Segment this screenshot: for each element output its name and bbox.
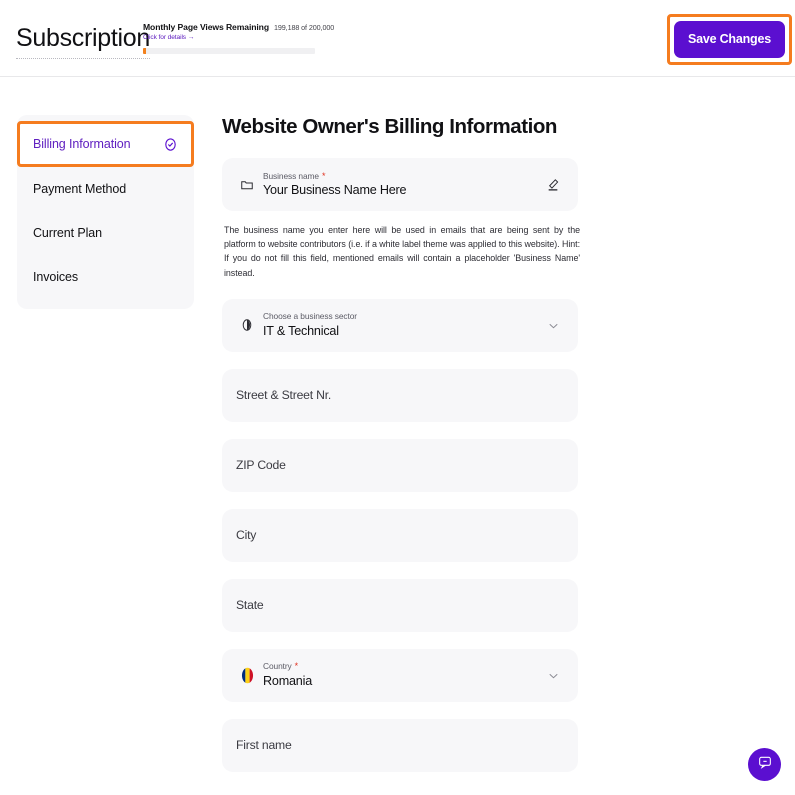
- save-changes-button[interactable]: Save Changes: [673, 21, 785, 58]
- city-field[interactable]: City: [222, 508, 578, 562]
- sidebar-item-billing-information[interactable]: Billing Information: [17, 121, 194, 167]
- contrast-circle-icon: [236, 317, 258, 333]
- circle-check-icon: [163, 137, 178, 152]
- country-label-row: Country *: [263, 662, 542, 671]
- required-marker: *: [321, 170, 326, 181]
- business-sector-value: IT & Technical: [263, 323, 339, 338]
- sidebar-item-current-plan[interactable]: Current Plan: [17, 211, 194, 255]
- quota-label: Monthly Page Views Remaining: [143, 22, 269, 32]
- state-field[interactable]: State: [222, 578, 578, 632]
- sidebar-item-label: Payment Method: [33, 182, 127, 196]
- sidebar-item-payment-method[interactable]: Payment Method: [17, 167, 194, 211]
- page-views-quota: Monthly Page Views Remaining 199,188 of …: [143, 22, 334, 54]
- sidebar-item-label: Invoices: [33, 270, 79, 284]
- quota-details-link[interactable]: Click for details →: [143, 34, 315, 41]
- sidebar-item-invoices[interactable]: Invoices: [17, 255, 194, 299]
- street-field[interactable]: Street & Street Nr.: [222, 368, 578, 422]
- chevron-down-icon[interactable]: [542, 668, 564, 683]
- chat-support-button[interactable]: [748, 748, 781, 781]
- chat-bubble-icon: [757, 754, 773, 775]
- first-name-placeholder: First name: [236, 738, 292, 753]
- city-placeholder: City: [236, 528, 257, 543]
- country-select[interactable]: Country * Romania: [222, 648, 578, 702]
- state-placeholder: State: [236, 598, 264, 613]
- zip-code-field[interactable]: ZIP Code: [222, 438, 578, 492]
- business-name-field[interactable]: Business name * Your Business Name Here: [222, 158, 578, 211]
- billing-form: Website Owner's Billing Information Busi…: [222, 115, 580, 789]
- section-title: Website Owner's Billing Information: [222, 115, 558, 138]
- business-name-helper-text: The business name you enter here will be…: [224, 225, 580, 278]
- street-placeholder: Street & Street Nr.: [236, 388, 332, 403]
- save-button-highlight: Save Changes: [666, 14, 792, 65]
- zip-code-placeholder: ZIP Code: [236, 458, 286, 473]
- quota-count: 199,188 of 200,000: [273, 23, 335, 32]
- settings-sidebar: Billing Information Payment Method Curre…: [17, 115, 194, 309]
- quota-progress-fill: [143, 48, 146, 54]
- required-marker: *: [294, 661, 299, 672]
- business-name-label-row: Business name *: [263, 170, 542, 181]
- eraser-icon[interactable]: [542, 177, 564, 193]
- business-sector-select[interactable]: Choose a business sector IT & Technical: [222, 298, 578, 352]
- sidebar-item-label: Billing Information: [33, 137, 131, 151]
- chevron-down-icon[interactable]: [542, 318, 564, 333]
- business-name-label: Business name: [263, 170, 319, 181]
- business-sector-label: Choose a business sector: [263, 311, 357, 322]
- page-title: Subscription: [16, 26, 150, 59]
- sidebar-item-label: Current Plan: [33, 226, 102, 240]
- country-value: Romania: [263, 673, 312, 688]
- romania-flag-icon: [236, 667, 258, 684]
- business-sector-label-row: Choose a business sector: [263, 312, 542, 321]
- business-name-value: Your Business Name Here: [263, 182, 407, 197]
- app-header: Subscription Monthly Page Views Remainin…: [0, 0, 795, 77]
- folder-icon: [236, 178, 258, 192]
- country-label: Country: [263, 661, 292, 672]
- first-name-field[interactable]: First name: [222, 718, 578, 772]
- quota-progress-bar: [143, 48, 315, 54]
- page-body: Billing Information Payment Method Curre…: [0, 77, 795, 795]
